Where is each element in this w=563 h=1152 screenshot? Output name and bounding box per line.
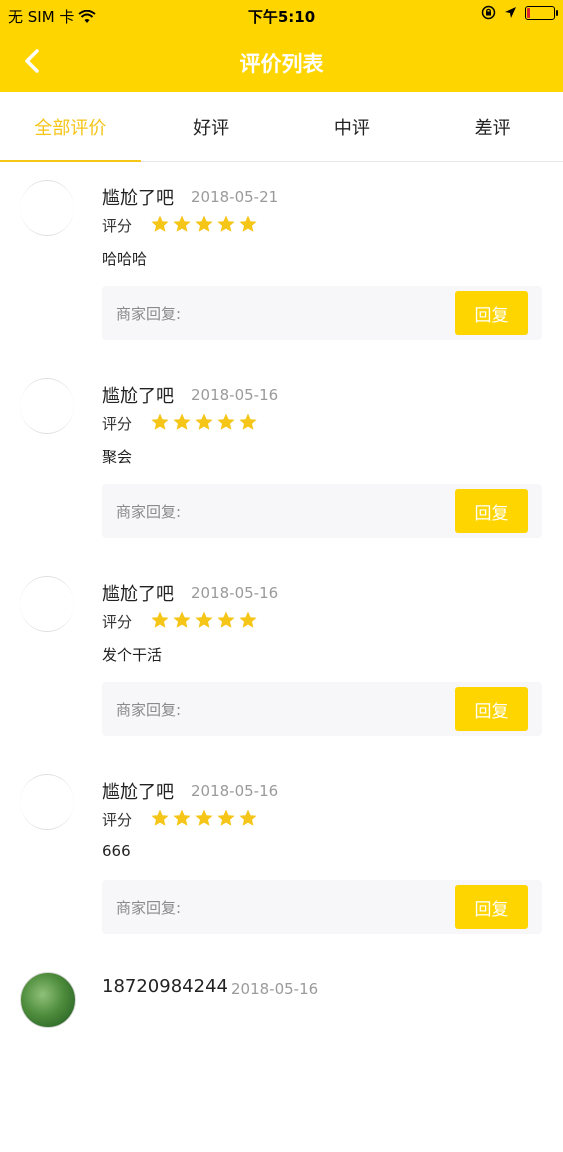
review-content: 发个干活 bbox=[102, 646, 163, 664]
star-icon bbox=[239, 611, 257, 628]
review-date: 2018-05-16 bbox=[191, 782, 279, 800]
rating-stars bbox=[150, 412, 258, 432]
star-icon bbox=[239, 809, 257, 826]
star-icon bbox=[195, 809, 213, 826]
reply-button[interactable]: 回复 bbox=[455, 885, 528, 929]
star-icon bbox=[151, 611, 169, 628]
star-icon bbox=[151, 215, 169, 232]
battery-icon bbox=[525, 5, 558, 20]
star-icon bbox=[217, 611, 235, 628]
reply-button[interactable]: 回复 bbox=[455, 489, 528, 533]
merchant-reply-box: 商家回复: 回复 bbox=[102, 286, 542, 340]
reviewer-name: 尴尬了吧 bbox=[102, 386, 174, 407]
star-icon bbox=[195, 611, 213, 628]
nav-bar: 评价列表 bbox=[0, 30, 563, 92]
merchant-reply-label: 商家回复: bbox=[116, 701, 182, 719]
tab-neutral-reviews[interactable]: 中评 bbox=[282, 92, 423, 161]
merchant-reply-label: 商家回复: bbox=[116, 503, 182, 521]
list-item: 尴尬了吧 2018-05-16 评分 发个干活 商家回复: 回复 bbox=[0, 558, 563, 756]
avatar bbox=[20, 972, 76, 1028]
review-content: 聚会 bbox=[102, 448, 133, 466]
avatar bbox=[20, 378, 74, 434]
status-bar: 无 SIM 卡 下午5:10 bbox=[0, 0, 563, 30]
status-time: 下午5:10 bbox=[247, 8, 316, 26]
tab-negative-reviews[interactable]: 差评 bbox=[422, 92, 563, 161]
rating-stars bbox=[150, 610, 258, 630]
location-arrow-icon bbox=[505, 7, 516, 18]
review-content: 哈哈哈 bbox=[102, 250, 148, 268]
rating-stars bbox=[150, 808, 258, 828]
status-right bbox=[481, 5, 558, 20]
star-icon bbox=[195, 215, 213, 232]
score-label: 评分 bbox=[102, 415, 133, 433]
avatar bbox=[20, 576, 74, 632]
list-item: 尴尬了吧 2018-05-21 评分 哈哈哈 商家回复: 回复 bbox=[0, 162, 563, 360]
merchant-reply-box: 商家回复: 回复 bbox=[102, 880, 542, 934]
tab-positive-reviews[interactable]: 好评 bbox=[141, 92, 282, 161]
score-label: 评分 bbox=[102, 217, 133, 235]
list-item: 尴尬了吧 2018-05-16 评分 聚会 商家回复: 回复 bbox=[0, 360, 563, 558]
review-date: 2018-05-16 bbox=[231, 980, 319, 998]
merchant-reply-box: 商家回复: 回复 bbox=[102, 682, 542, 736]
star-icon bbox=[151, 809, 169, 826]
reviewer-name: 18720984244 bbox=[102, 976, 228, 997]
merchant-reply-box: 商家回复: 回复 bbox=[102, 484, 542, 538]
orientation-lock-icon bbox=[481, 5, 496, 20]
list-item: 尴尬了吧 2018-05-16 评分 666 商家回复: 回复 bbox=[0, 756, 563, 954]
review-list: 尴尬了吧 2018-05-21 评分 哈哈哈 商家回复: 回复 尴尬了吧 201… bbox=[0, 162, 563, 1152]
star-icon bbox=[173, 413, 191, 430]
avatar bbox=[20, 180, 74, 236]
star-icon bbox=[239, 215, 257, 232]
star-icon bbox=[239, 413, 257, 430]
score-label: 评分 bbox=[102, 811, 133, 829]
star-icon bbox=[173, 809, 191, 826]
avatar bbox=[20, 774, 74, 830]
rating-stars bbox=[150, 214, 258, 234]
star-icon bbox=[151, 413, 169, 430]
list-item: 18720984244 2018-05-16 bbox=[0, 954, 563, 1152]
review-date: 2018-05-21 bbox=[191, 188, 279, 206]
merchant-reply-label: 商家回复: bbox=[116, 899, 182, 917]
reviewer-name: 尴尬了吧 bbox=[102, 782, 174, 803]
star-icon bbox=[217, 413, 235, 430]
reviewer-name: 尴尬了吧 bbox=[102, 584, 174, 605]
star-icon bbox=[173, 611, 191, 628]
tab-all-reviews[interactable]: 全部评价 bbox=[0, 92, 141, 162]
star-icon bbox=[217, 809, 235, 826]
review-date: 2018-05-16 bbox=[191, 584, 279, 602]
star-icon bbox=[173, 215, 191, 232]
reply-button[interactable]: 回复 bbox=[455, 687, 528, 731]
star-icon bbox=[217, 215, 235, 232]
star-icon bbox=[195, 413, 213, 430]
review-content: 666 bbox=[102, 842, 131, 860]
score-label: 评分 bbox=[102, 613, 133, 631]
review-filter-tabs: 全部评价 好评 中评 差评 bbox=[0, 92, 563, 162]
review-date: 2018-05-16 bbox=[191, 386, 279, 404]
merchant-reply-label: 商家回复: bbox=[116, 305, 182, 323]
reply-button[interactable]: 回复 bbox=[455, 291, 528, 335]
page-title: 评价列表 bbox=[239, 52, 324, 76]
reviewer-name: 尴尬了吧 bbox=[102, 188, 174, 209]
